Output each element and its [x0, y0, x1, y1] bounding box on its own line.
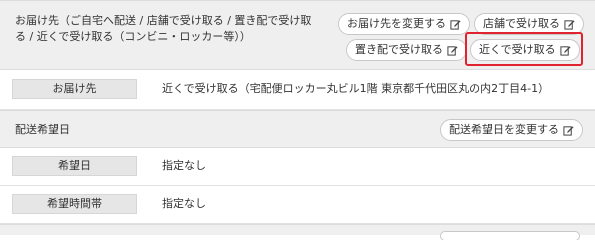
schedule-section-header: 配送希望日 配送希望日を変更する [0, 110, 595, 148]
selected-option-highlight [465, 32, 583, 66]
date-label: 希望日 [12, 156, 137, 176]
address-label: お届け先 [12, 79, 137, 99]
edit-icon [450, 19, 461, 30]
schedule-section-title: 配送希望日 [15, 123, 70, 136]
change-date-button[interactable]: 配送希望日を変更する [440, 119, 583, 141]
time-label: 希望時間帯 [12, 194, 137, 214]
address-row: お届け先 近くで受け取る（宅配便ロッカー丸ビル1階 東京都千代田区丸の内2丁目4… [0, 70, 595, 110]
delivery-section-title: お届け先（ご自宅へ配送 / 店舗で受け取る / 置き配で受け取る / 近くで受け… [15, 14, 312, 43]
time-value: 指定なし [162, 197, 206, 210]
drop-off-button[interactable]: 置き配で受け取る [346, 39, 467, 61]
next-section-button[interactable] [440, 231, 580, 240]
date-row: 希望日 指定なし [0, 148, 595, 186]
edit-icon [563, 125, 574, 136]
edit-icon [564, 19, 575, 30]
store-pickup-label: 店舗で受け取る [483, 17, 560, 30]
drop-off-label: 置き配で受け取る [355, 43, 443, 56]
date-value: 指定なし [162, 159, 206, 172]
change-address-label: お届け先を変更する [347, 17, 446, 30]
change-date-label: 配送希望日を変更する [449, 123, 559, 136]
delivery-settings-panel: お届け先（ご自宅へ配送 / 店舗で受け取る / 置き配で受け取る / 近くで受け… [0, 0, 595, 240]
time-row: 希望時間帯 指定なし [0, 186, 595, 224]
change-address-button[interactable]: お届け先を変更する [338, 13, 470, 35]
edit-icon [447, 45, 458, 56]
address-value: 近くで受け取る（宅配便ロッカー丸ビル1階 東京都千代田区丸の内2丁目4-1） [162, 82, 550, 95]
